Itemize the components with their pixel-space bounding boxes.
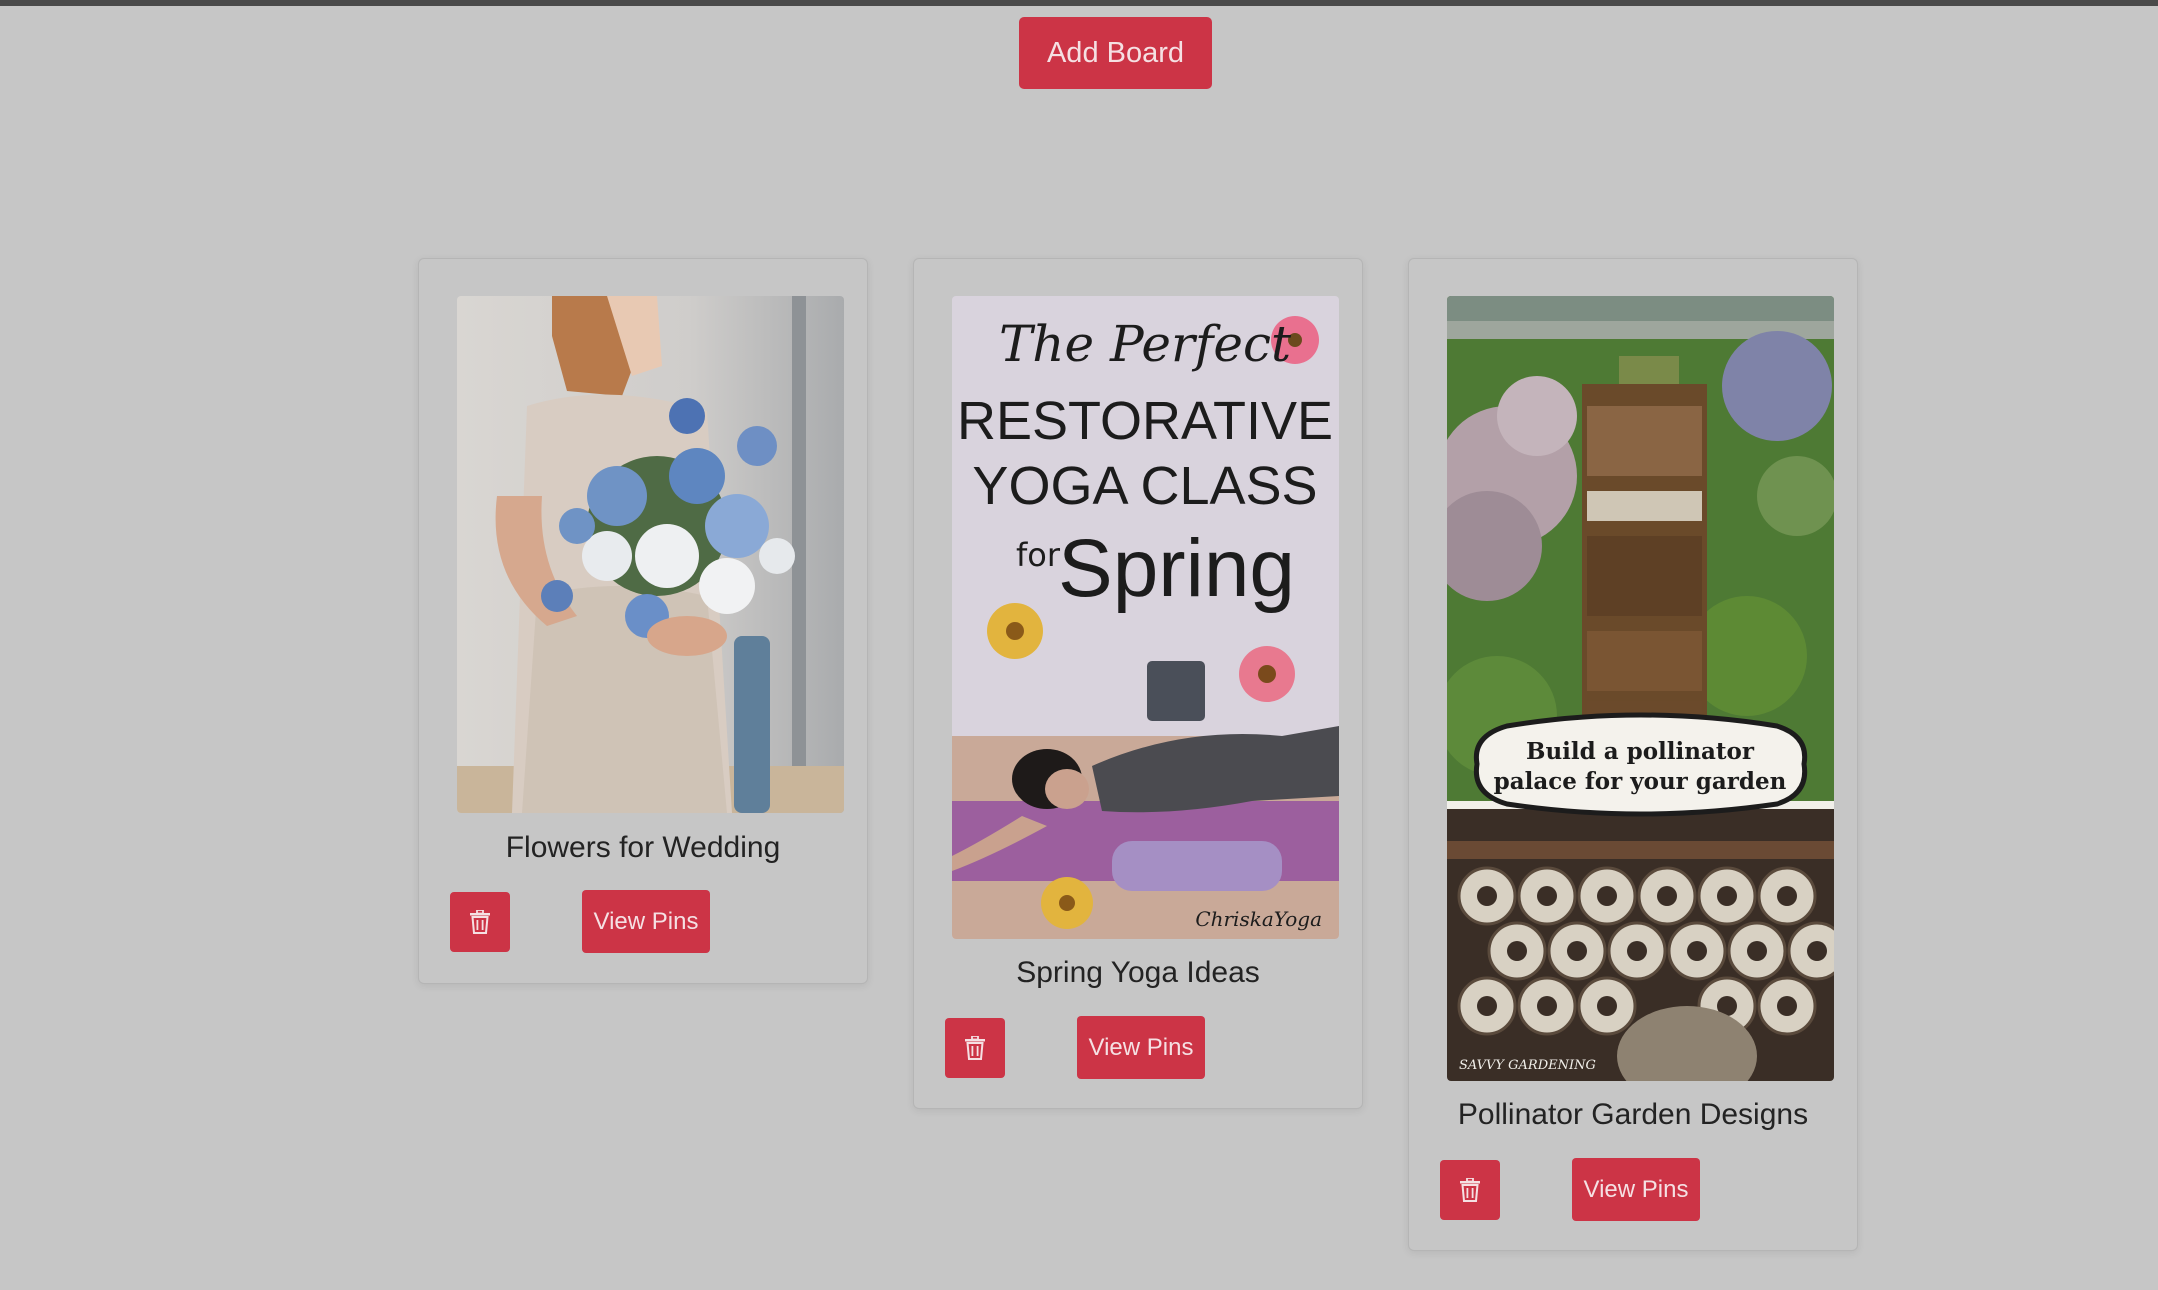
yoga-script-heading: The Perfect [999, 315, 1292, 373]
delete-board-button[interactable] [945, 1018, 1005, 1078]
yoga-class-image: The Perfect RESTORATIVE YOGA CLASS for S… [952, 296, 1339, 939]
trash-icon [469, 910, 491, 934]
wedding-bouquet-image [457, 296, 844, 813]
pollinator-watermark: SAVVY GARDENING [1459, 1058, 1596, 1073]
delete-board-button[interactable] [450, 892, 510, 952]
view-pins-button[interactable]: View Pins [1077, 1016, 1205, 1079]
board-card-flowers-for-wedding: Flowers for Wedding View Pins [418, 258, 868, 984]
board-title: Pollinator Garden Designs [1457, 1098, 1809, 1131]
yoga-line-1: RESTORATIVE [957, 391, 1333, 451]
pollinator-banner-line-1: Build a pollinator [1526, 738, 1755, 765]
board-cover-image: The Perfect RESTORATIVE YOGA CLASS for S… [952, 296, 1339, 939]
board-title: Flowers for Wedding [505, 831, 781, 864]
board-card-spring-yoga-ideas: The Perfect RESTORATIVE YOGA CLASS for S… [913, 258, 1363, 1109]
yoga-line-2: YOGA CLASS [972, 456, 1317, 516]
view-pins-button[interactable]: View Pins [582, 890, 710, 953]
view-pins-button[interactable]: View Pins [1572, 1158, 1700, 1221]
board-cover-image: Build a pollinator palace for your garde… [1447, 296, 1834, 1081]
board-cover-image [457, 296, 844, 813]
delete-board-button[interactable] [1440, 1160, 1500, 1220]
pollinator-palace-image: Build a pollinator palace for your garde… [1447, 296, 1834, 1081]
trash-icon [964, 1036, 986, 1060]
trash-icon [1459, 1178, 1481, 1202]
pollinator-banner-line-2: palace for your garden [1494, 768, 1787, 795]
board-title: Spring Yoga Ideas [1016, 956, 1260, 989]
yoga-signature: ChriskaYoga [1195, 907, 1322, 931]
add-board-button[interactable]: Add Board [1019, 17, 1212, 89]
board-card-pollinator-garden-designs: Build a pollinator palace for your garde… [1408, 258, 1858, 1251]
yoga-spring: Spring [1058, 523, 1295, 614]
top-strip [0, 0, 2158, 6]
yoga-for: for [1016, 536, 1061, 574]
